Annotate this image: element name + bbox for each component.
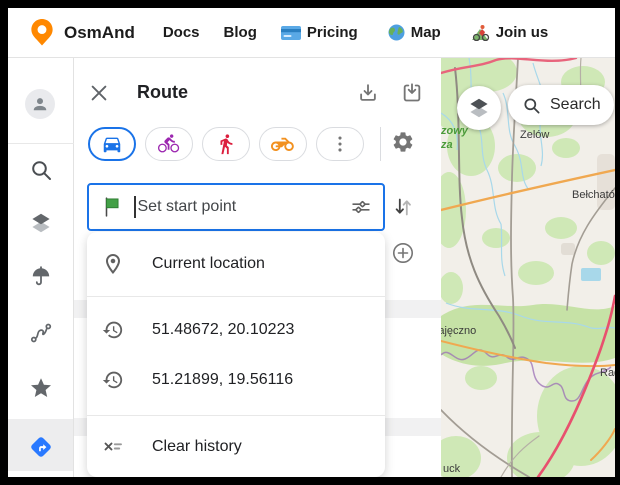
map-label-pajeczno: Pajęczno [441,325,476,337]
more-dots-icon [329,133,351,155]
left-sidebar [8,58,74,477]
weather-umbrella-icon[interactable] [29,265,53,289]
clear-history-option[interactable]: Clear history [87,416,385,477]
map-label-uck: uck [443,463,461,475]
current-location-label: Current location [152,255,265,273]
sidebar-divider [8,143,74,144]
current-location-option[interactable]: Current location [87,232,385,296]
import-file-icon[interactable] [401,82,423,104]
history-coordinates: 51.21899, 19.56116 [152,371,293,389]
map-layers-icon [467,96,491,120]
history-section: 51.48672, 20.10223 51.21899, 19.56116 [87,297,385,415]
map-label-zelow: Zelów [520,129,549,141]
navigation-icon[interactable] [29,435,53,459]
start-flag-icon [101,196,123,218]
map-layers-button[interactable] [457,86,501,130]
add-point-icon[interactable] [391,241,415,265]
map-label-belchatow: Bełcható [572,189,615,201]
map-search-button[interactable]: Search [508,85,614,125]
modes-divider [380,127,381,161]
history-clock-icon [101,318,125,342]
sidebar-item-account[interactable] [25,89,55,119]
mode-motorcycle-button[interactable] [259,127,307,161]
globe-icon [388,24,405,41]
search-icon[interactable] [29,158,53,182]
motorcycle-icon [271,132,295,156]
pedestrian-icon [215,133,237,155]
bicycle-icon [158,133,181,156]
osmand-web-app: OsmAnd Docs Blog Pricing Map [8,8,615,477]
start-point-field[interactable] [87,183,385,231]
history-clock-icon [101,368,125,392]
nav-link-map[interactable]: Map [388,24,441,41]
map-label-radomsko: Rad [600,367,615,379]
history-item[interactable]: 51.48672, 20.10223 [87,305,385,355]
start-point-suggestions: Current location 51.48672, 20.10223 51.2… [87,232,385,477]
route-settings-gear-icon[interactable] [391,130,415,154]
nav-link-pricing[interactable]: Pricing [281,24,358,41]
clear-history-icon [101,435,125,459]
swap-points-icon[interactable] [391,195,415,219]
top-navbar: OsmAnd Docs Blog Pricing Map [8,8,615,58]
tracks-route-icon[interactable] [29,321,53,345]
close-icon[interactable] [88,82,110,104]
history-coordinates: 51.48672, 20.10223 [152,321,294,339]
account-icon [30,94,50,114]
start-point-input[interactable] [138,198,350,216]
layers-icon[interactable] [29,211,53,235]
transport-mode-selector [88,127,364,161]
map-label-green-area-1: zowy [441,125,469,137]
cyclist-icon [471,24,490,41]
map-search-label: Search [550,96,601,114]
credit-card-icon [281,26,301,40]
download-gpx-icon[interactable] [357,82,379,104]
mode-more-button[interactable] [316,127,364,161]
search-icon [522,96,541,115]
brand-name: OsmAnd [64,23,135,43]
nav-link-blog[interactable]: Blog [224,24,257,41]
text-caret [134,196,136,218]
mode-pedestrian-button[interactable] [202,127,250,161]
nav-link-docs[interactable]: Docs [163,24,200,41]
nav-link-join-us[interactable]: Join us [471,24,549,41]
screenshot-frame: OsmAnd Docs Blog Pricing Map [0,0,620,485]
tune-options-icon[interactable] [349,195,373,219]
car-icon [101,133,123,155]
mode-car-button[interactable] [88,127,136,161]
favorites-star-icon[interactable] [29,376,53,400]
route-panel: Route [74,58,443,477]
osmand-logo-icon [30,18,54,47]
mode-bicycle-button[interactable] [145,127,193,161]
map-label-green-area-2: za [441,139,453,151]
clear-history-label: Clear history [152,438,242,456]
history-item[interactable]: 51.21899, 19.56116 [87,355,385,405]
panel-title: Route [137,82,188,103]
location-pin-icon [101,252,125,276]
